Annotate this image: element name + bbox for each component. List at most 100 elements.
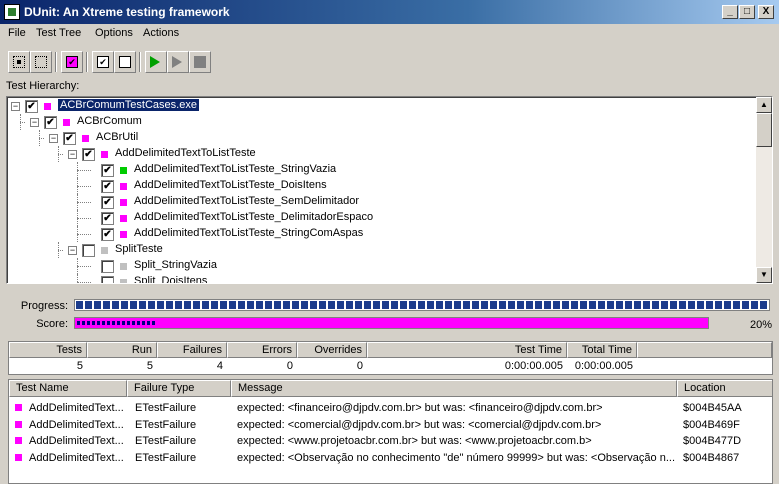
failure-test-name: AddDelimitedText...: [29, 418, 124, 431]
failure-message: expected: <comercial@djpdv.com.br> but w…: [237, 418, 602, 431]
tree-node[interactable]: − SplitTeste: [7, 242, 752, 258]
scroll-down-icon[interactable]: ▼: [756, 267, 772, 283]
failure-header-message[interactable]: Message: [231, 380, 677, 397]
tree-connector: [77, 274, 78, 283]
failure-test-name: AddDelimitedText...: [29, 402, 124, 414]
tree-connector: [77, 194, 78, 210]
tree-node-label[interactable]: AddDelimitedTextToListTeste_SemDelimitad…: [134, 195, 359, 207]
failure-header-test-name[interactable]: Test Name: [9, 380, 127, 397]
tree-node-label[interactable]: Split_DoisItens: [134, 275, 207, 283]
tree-node-label[interactable]: AddDelimitedTextToListTeste_DoisItens: [134, 179, 327, 191]
failure-row[interactable]: AddDelimitedText... ETestFailure expected:…: [9, 417, 772, 433]
deselect-all-icon: [35, 56, 47, 68]
tree-node[interactable]: Split_DoisItens: [7, 274, 752, 283]
deselect-all-button[interactable]: [30, 51, 52, 73]
score-dots: [77, 321, 156, 325]
tree-checkbox[interactable]: ✔: [101, 196, 114, 209]
tree-node[interactable]: − ✔ AddDelimitedTextToListTeste: [7, 146, 752, 162]
tree-checkbox[interactable]: ✔: [44, 116, 57, 129]
scroll-up-icon[interactable]: ▲: [756, 97, 772, 113]
failure-row[interactable]: AddDelimitedText... ETestFailure expected:…: [9, 433, 772, 449]
stats-header-run[interactable]: Run: [87, 342, 157, 358]
tree-node[interactable]: − ✔ ACBrComumTestCases.exe: [7, 98, 752, 114]
stats-errors: 0: [286, 360, 293, 372]
collapse-icon[interactable]: −: [11, 102, 20, 111]
tree-node-label[interactable]: AddDelimitedTextToListTeste_StringVazia: [134, 163, 336, 175]
tree-connector: [77, 162, 78, 178]
passed-status-icon: [120, 167, 127, 174]
stats-header-test-time[interactable]: Test Time: [367, 342, 567, 358]
test-hierarchy-label: Test Hierarchy:: [6, 80, 80, 92]
menu-file[interactable]: File: [8, 27, 26, 39]
tree-node-label[interactable]: AddDelimitedTextToListTeste_DelimitadorE…: [134, 211, 373, 223]
tree-checkbox[interactable]: ✔: [101, 212, 114, 225]
failure-type: ETestFailure: [135, 402, 197, 414]
run-button[interactable]: [145, 51, 167, 73]
maximize-button[interactable]: □: [739, 5, 755, 19]
failure-type: ETestFailure: [135, 435, 197, 447]
check-all-button[interactable]: ✔: [92, 51, 114, 73]
failed-status-icon: [15, 453, 22, 461]
failure-list[interactable]: Test Name Failure Type Message Location …: [8, 379, 773, 484]
tree-scrollbar[interactable]: ▲ ▼: [756, 97, 772, 283]
select-all-button[interactable]: [8, 51, 30, 73]
tree-connector: [77, 266, 91, 267]
score-percent: 20%: [749, 319, 772, 331]
close-button[interactable]: X: [758, 5, 774, 19]
select-failed-button[interactable]: ✔: [61, 51, 83, 73]
tree-node[interactable]: ✔ AddDelimitedTextToListTeste_Delimitador…: [7, 210, 752, 226]
tree-node[interactable]: ✔ AddDelimitedTextToListTeste_SemDelimita…: [7, 194, 752, 210]
tree-node-label[interactable]: ACBrComumTestCases.exe: [57, 98, 200, 112]
failure-row[interactable]: AddDelimitedText... ETestFailure expected:…: [9, 450, 772, 466]
tree-node[interactable]: − ✔ ACBrComum: [7, 114, 752, 130]
test-tree[interactable]: − ✔ ACBrComumTestCases.exe − ✔ ACBrComum − ✔ ACB…: [6, 96, 773, 284]
select-all-icon: [13, 56, 25, 68]
progress-bar: [74, 299, 770, 311]
tree-checkbox[interactable]: ✔: [25, 100, 38, 113]
menu-options[interactable]: Options: [95, 27, 133, 39]
title-bar[interactable]: DUnit: An Xtreme testing framework _ □ X: [0, 0, 779, 24]
failed-status-icon: [63, 119, 70, 126]
tree-node-label[interactable]: SplitTeste: [115, 243, 163, 255]
stats-header-tests[interactable]: Tests: [9, 342, 87, 358]
run-selected-button[interactable]: [167, 51, 189, 73]
stats-header-total-time[interactable]: Total Time: [567, 342, 637, 358]
tree-checkbox[interactable]: [82, 244, 95, 257]
tree-checkbox[interactable]: [101, 260, 114, 273]
scroll-thumb[interactable]: [756, 113, 772, 147]
minimize-button[interactable]: _: [722, 5, 738, 19]
tree-checkbox[interactable]: ✔: [82, 148, 95, 161]
stats-header-errors[interactable]: Errors: [227, 342, 297, 358]
failure-header-failure-type[interactable]: Failure Type: [127, 380, 231, 397]
stop-button[interactable]: [189, 51, 211, 73]
menu-actions[interactable]: Actions: [143, 27, 179, 39]
stats-header-overrides[interactable]: Overrides: [297, 342, 367, 358]
menu-test-tree[interactable]: Test Tree: [36, 27, 81, 39]
tree-checkbox[interactable]: ✔: [63, 132, 76, 145]
tree-node-label[interactable]: Split_StringVazia: [134, 259, 217, 271]
tree-node-label[interactable]: ACBrComum: [77, 115, 142, 127]
tree-checkbox[interactable]: ✔: [101, 180, 114, 193]
collapse-icon[interactable]: −: [68, 150, 77, 159]
tree-node-label[interactable]: AddDelimitedTextToListTeste: [115, 147, 256, 159]
score-bar: [74, 317, 709, 329]
collapse-icon[interactable]: −: [30, 118, 39, 127]
tree-node[interactable]: − ✔ ACBrUtil: [7, 130, 752, 146]
stats-failures: 4: [216, 360, 223, 372]
failure-message: expected: <financeiro@djpdv.com.br> but …: [237, 402, 603, 414]
tree-node[interactable]: ✔ AddDelimitedTextToListTeste_StringComAs…: [7, 226, 752, 242]
failure-row[interactable]: AddDelimitedText... ETestFailure expected:…: [9, 400, 772, 416]
tree-node[interactable]: ✔ AddDelimitedTextToListTeste_DoisItens: [7, 178, 752, 194]
tree-checkbox[interactable]: [101, 276, 114, 283]
collapse-icon[interactable]: −: [49, 134, 58, 143]
tree-node[interactable]: ✔ AddDelimitedTextToListTeste_StringVazia: [7, 162, 752, 178]
tree-checkbox[interactable]: ✔: [101, 228, 114, 241]
tree-node-label[interactable]: ACBrUtil: [96, 131, 138, 143]
collapse-icon[interactable]: −: [68, 246, 77, 255]
tree-node[interactable]: Split_StringVazia: [7, 258, 752, 274]
stats-header-failures[interactable]: Failures: [157, 342, 227, 358]
uncheck-all-button[interactable]: [114, 51, 136, 73]
tree-node-label[interactable]: AddDelimitedTextToListTeste_StringComAsp…: [134, 227, 363, 239]
failure-header-location[interactable]: Location: [677, 380, 772, 397]
tree-checkbox[interactable]: ✔: [101, 164, 114, 177]
